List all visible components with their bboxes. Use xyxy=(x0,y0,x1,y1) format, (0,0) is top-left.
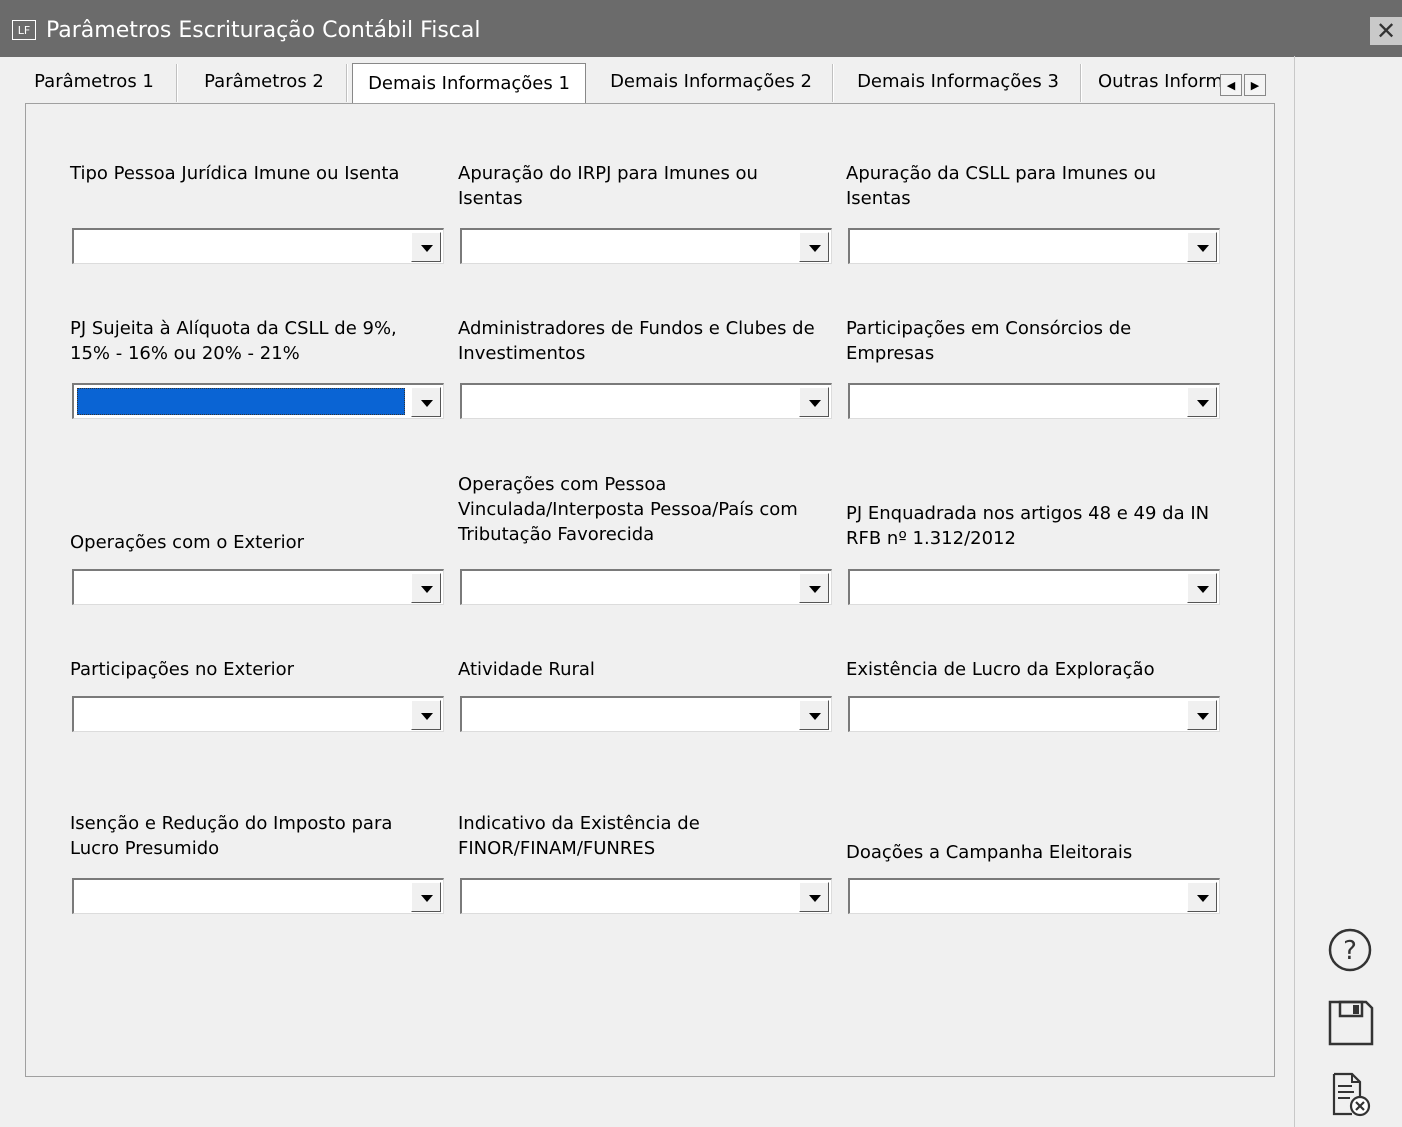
tab-demais-informacoes-3[interactable]: Demais Informações 3 xyxy=(838,60,1078,102)
combo-apuracao-irpj[interactable] xyxy=(460,228,832,264)
field-label-isencao-reducao: Isenção e Redução do Imposto para Lucro P… xyxy=(70,813,393,859)
combo-finor-finam-funres[interactable] xyxy=(460,878,832,914)
close-button[interactable]: ✕ xyxy=(1370,17,1402,45)
tab-scroll-left-button[interactable]: ◀ xyxy=(1220,74,1242,96)
tab-strip: Parâmetros 1 Parâmetros 2 Demais Informa… xyxy=(12,60,1284,104)
save-button[interactable] xyxy=(1326,998,1374,1046)
field-label-participacoes-consorcios: Participações em Consórcios de Empresas xyxy=(846,318,1132,364)
field-label-apuracao-irpj: Apuração do IRPJ para Imunes ou Isentas xyxy=(458,163,758,209)
combo-atividade-rural[interactable] xyxy=(460,696,832,732)
field-label-doacoes-campanha: Doações a Campanha Eleitorais xyxy=(846,842,1133,863)
combo-doacoes-campanha[interactable] xyxy=(848,878,1220,914)
dropdown-arrow-icon[interactable] xyxy=(411,882,441,912)
tab-demais-informacoes-2[interactable]: Demais Informações 2 xyxy=(594,60,828,102)
combo-participacoes-exterior[interactable] xyxy=(72,696,444,732)
dropdown-arrow-icon[interactable] xyxy=(411,232,441,262)
arrow-left-icon: ◀ xyxy=(1226,79,1236,92)
tab-parametros-1[interactable]: Parâmetros 1 xyxy=(12,60,176,102)
combo-pj-enquadrada-in[interactable] xyxy=(848,569,1220,605)
dropdown-arrow-icon[interactable] xyxy=(1187,232,1217,262)
tab-parametros-2[interactable]: Parâmetros 2 xyxy=(182,60,346,102)
help-icon: ? xyxy=(1328,928,1372,972)
dropdown-arrow-icon[interactable] xyxy=(411,700,441,730)
field-label-operacoes-pessoa-vinculada: Operações com Pessoa Vinculada/Interposta… xyxy=(458,474,798,545)
field-label-pj-enquadrada-in: PJ Enquadrada nos artigos 48 e 49 da IN R… xyxy=(846,503,1210,549)
field-label-finor-finam-funres: Indicativo da Existência de FINOR/FINAM/F… xyxy=(458,813,700,859)
dropdown-arrow-icon[interactable] xyxy=(799,387,829,417)
side-panel-divider xyxy=(1294,56,1295,1127)
combo-tipo-pj-imune[interactable] xyxy=(72,228,444,264)
dropdown-arrow-icon[interactable] xyxy=(799,232,829,262)
dropdown-arrow-icon[interactable] xyxy=(1187,700,1217,730)
combo-aliquota-csll[interactable] xyxy=(72,383,444,419)
tab-demais-informacoes-1[interactable]: Demais Informações 1 xyxy=(352,63,586,103)
dropdown-arrow-icon[interactable] xyxy=(1187,573,1217,603)
field-label-atividade-rural: Atividade Rural xyxy=(458,659,595,680)
cancel-button[interactable] xyxy=(1326,1070,1374,1118)
dropdown-arrow-icon[interactable] xyxy=(411,573,441,603)
dropdown-arrow-icon[interactable] xyxy=(799,573,829,603)
field-label-apuracao-csll: Apuração da CSLL para Imunes ou Isentas xyxy=(846,163,1157,209)
combo-apuracao-csll[interactable] xyxy=(848,228,1220,264)
tab-scroll-right-button[interactable]: ▶ xyxy=(1244,74,1266,96)
dropdown-arrow-icon[interactable] xyxy=(1187,387,1217,417)
tab-outras-informacoes[interactable]: Outras Informações xyxy=(1090,60,1232,102)
field-label-participacoes-exterior: Participações no Exterior xyxy=(70,659,295,680)
arrow-right-icon: ▶ xyxy=(1250,79,1260,92)
combo-participacoes-consorcios[interactable] xyxy=(848,383,1220,419)
combo-isencao-reducao[interactable] xyxy=(72,878,444,914)
cancel-document-icon xyxy=(1332,1072,1371,1117)
dropdown-arrow-icon[interactable] xyxy=(799,700,829,730)
field-label-administradores-fundos: Administradores de Fundos e Clubes de Inv… xyxy=(458,318,815,364)
field-label-operacoes-exterior: Operações com o Exterior xyxy=(70,532,305,553)
save-icon xyxy=(1328,1000,1374,1046)
field-label-lucro-exploracao: Existência de Lucro da Exploração xyxy=(846,659,1155,680)
combo-lucro-exploracao[interactable] xyxy=(848,696,1220,732)
combo-operacoes-exterior[interactable] xyxy=(72,569,444,605)
field-label-tipo-pj-imune: Tipo Pessoa Jurídica Imune ou Isenta xyxy=(70,163,400,184)
app-icon: LF xyxy=(12,20,36,40)
help-button[interactable]: ? xyxy=(1326,926,1374,974)
svg-text:?: ? xyxy=(1343,936,1357,966)
dropdown-arrow-icon[interactable] xyxy=(411,387,441,417)
dropdown-arrow-icon[interactable] xyxy=(799,882,829,912)
dropdown-arrow-icon[interactable] xyxy=(1187,882,1217,912)
combo-administradores-fundos[interactable] xyxy=(460,383,832,419)
window-title: Parâmetros Escrituração Contábil Fiscal xyxy=(46,18,481,43)
field-label-aliquota-csll: PJ Sujeita à Alíquota da CSLL de 9%, 15% … xyxy=(70,318,397,364)
title-bar: LF Parâmetros Escrituração Contábil Fisc… xyxy=(0,0,1402,57)
combo-operacoes-pessoa-vinculada[interactable] xyxy=(460,569,832,605)
